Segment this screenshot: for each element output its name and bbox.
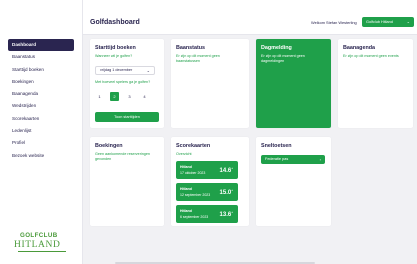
dagmelding-card: Dagmelding Er zijn op dit moment geen da…: [256, 39, 331, 128]
sidebar-item-wedstrijden[interactable]: Wedstrijden: [8, 100, 74, 112]
federatie-pas-button[interactable]: Federatie pas ›: [261, 155, 325, 164]
sidebar-item-baanstatus[interactable]: Baanstatus: [8, 51, 74, 63]
scorecard-club: Hitland: [180, 165, 192, 169]
dagmelding-text: Er zijn op dit moment geen dagmeldingen: [261, 54, 305, 63]
club-logo[interactable]: GOLFCLUB HITLAND: [14, 232, 70, 256]
header: Golfdashboard Welkom Stefan Westerling G…: [83, 0, 417, 35]
starttijd-title: Starttijd boeken: [95, 45, 136, 51]
boekingen-title: Boekingen: [95, 143, 123, 149]
baanstatus-title: Baanstatus: [176, 45, 206, 51]
scorekaarten-title: Scorekaarten: [176, 143, 211, 149]
date-select[interactable]: vrijdag 1 december ⌄: [95, 66, 155, 75]
welcome-text: Welkom Stefan Westerling: [311, 20, 357, 25]
sidebar-item-baanagenda[interactable]: Baanagenda: [8, 88, 74, 100]
boekingen-text: Geen aankomende reserveringen gevonden: [95, 152, 150, 161]
sidebar-nav: Dashboard Baanstatus Starttijd boeken Bo…: [8, 39, 74, 162]
players-question: Met hoeveel spelers ga je golfen?: [95, 80, 151, 84]
sidebar: Dashboard Baanstatus Starttijd boeken Bo…: [0, 0, 83, 264]
logo-bottom-text: HITLAND: [14, 240, 61, 250]
scorecard-item[interactable]: Hitland 6 september 2023 13.6+: [176, 205, 238, 223]
scorecard-date: 17 oktober 2023: [180, 171, 206, 175]
player-option-4[interactable]: 4: [140, 92, 149, 101]
player-option-1[interactable]: 1: [95, 92, 104, 101]
show-starttimes-button[interactable]: Toon starttijden: [95, 112, 159, 122]
baanstatus-card: Baanstatus Er zijn op dit moment geen ba…: [171, 39, 249, 128]
scorecard-score: 14.6+: [220, 166, 233, 174]
scorecard-score: 13.6+: [220, 210, 233, 218]
player-option-2[interactable]: 2: [110, 92, 119, 101]
scorecard-score-value: 15.0: [219, 190, 232, 196]
scorecard-item[interactable]: Hitland 12 september 2023 15.0+: [176, 183, 238, 201]
club-select[interactable]: Golfclub Hitland ⌄: [362, 17, 414, 27]
scorecard-score-sup: +: [231, 210, 233, 214]
scorecard-score-value: 14.6: [219, 168, 232, 174]
scorecard-item[interactable]: Hitland 17 oktober 2023 14.6+: [176, 161, 238, 179]
sidebar-item-dashboard[interactable]: Dashboard: [8, 39, 74, 52]
baanagenda-text: Er zijn op dit moment geen events: [343, 54, 399, 58]
scorecard-score: 15.0+: [220, 188, 233, 196]
chevron-down-icon: ⌄: [146, 68, 150, 73]
scorecard-date: 12 september 2023: [180, 193, 211, 197]
scorecard-score-sup: +: [231, 188, 233, 192]
date-select-value: vrijdag 1 december: [100, 68, 133, 72]
club-select-value: Golfclub Hitland: [366, 20, 393, 24]
federatie-pas-label: Federatie pas: [265, 157, 289, 161]
sidebar-item-starttijd-boeken[interactable]: Starttijd boeken: [8, 64, 74, 76]
sidebar-item-profiel[interactable]: Profiel: [8, 137, 74, 149]
sidebar-item-scorekaarten[interactable]: Scorekaarten: [8, 113, 74, 125]
sneltoetsen-card: Sneltoetsen Federatie pas ›: [256, 137, 331, 226]
player-option-3[interactable]: 3: [125, 92, 134, 101]
logo-underline: [18, 251, 66, 252]
scorekaarten-card: Scorekaarten Overzicht Hitland 17 oktobe…: [171, 137, 249, 226]
scorecard-score-sup: +: [231, 166, 233, 170]
chevron-right-icon: ›: [319, 157, 321, 162]
scorecard-date: 6 september 2023: [180, 215, 209, 219]
players-selector: 1 2 3 4: [95, 92, 155, 101]
chevron-down-icon: ⌄: [406, 19, 410, 24]
scorecard-score-value: 13.6: [219, 212, 232, 218]
logo-top-text: GOLFCLUB: [20, 232, 58, 239]
sidebar-item-boekingen[interactable]: Boekingen: [8, 76, 74, 88]
scorekaarten-overview-link[interactable]: Overzicht: [176, 152, 192, 157]
scorecard-club: Hitland: [180, 209, 192, 213]
baanagenda-title: Baanagenda: [343, 45, 376, 51]
starttijd-card: Starttijd boeken Wanneer wil je golfen? …: [90, 39, 164, 128]
baanstatus-text: Er zijn op dit moment geen baanstatussen: [176, 54, 220, 63]
sidebar-item-bezoek-website[interactable]: Bezoek website: [8, 150, 74, 162]
sneltoetsen-title: Sneltoetsen: [261, 143, 292, 149]
sidebar-item-ledenlijst[interactable]: Ledenlijst: [8, 125, 74, 137]
baanagenda-card: Baanagenda Er zijn op dit moment geen ev…: [338, 39, 413, 128]
when-question: Wanneer wil je golfen?: [95, 54, 133, 58]
page-title: Golfdashboard: [90, 19, 140, 26]
boekingen-card: Boekingen Geen aankomende reserveringen …: [90, 137, 164, 226]
dagmelding-title: Dagmelding: [261, 45, 292, 51]
scorecard-club: Hitland: [180, 187, 192, 191]
